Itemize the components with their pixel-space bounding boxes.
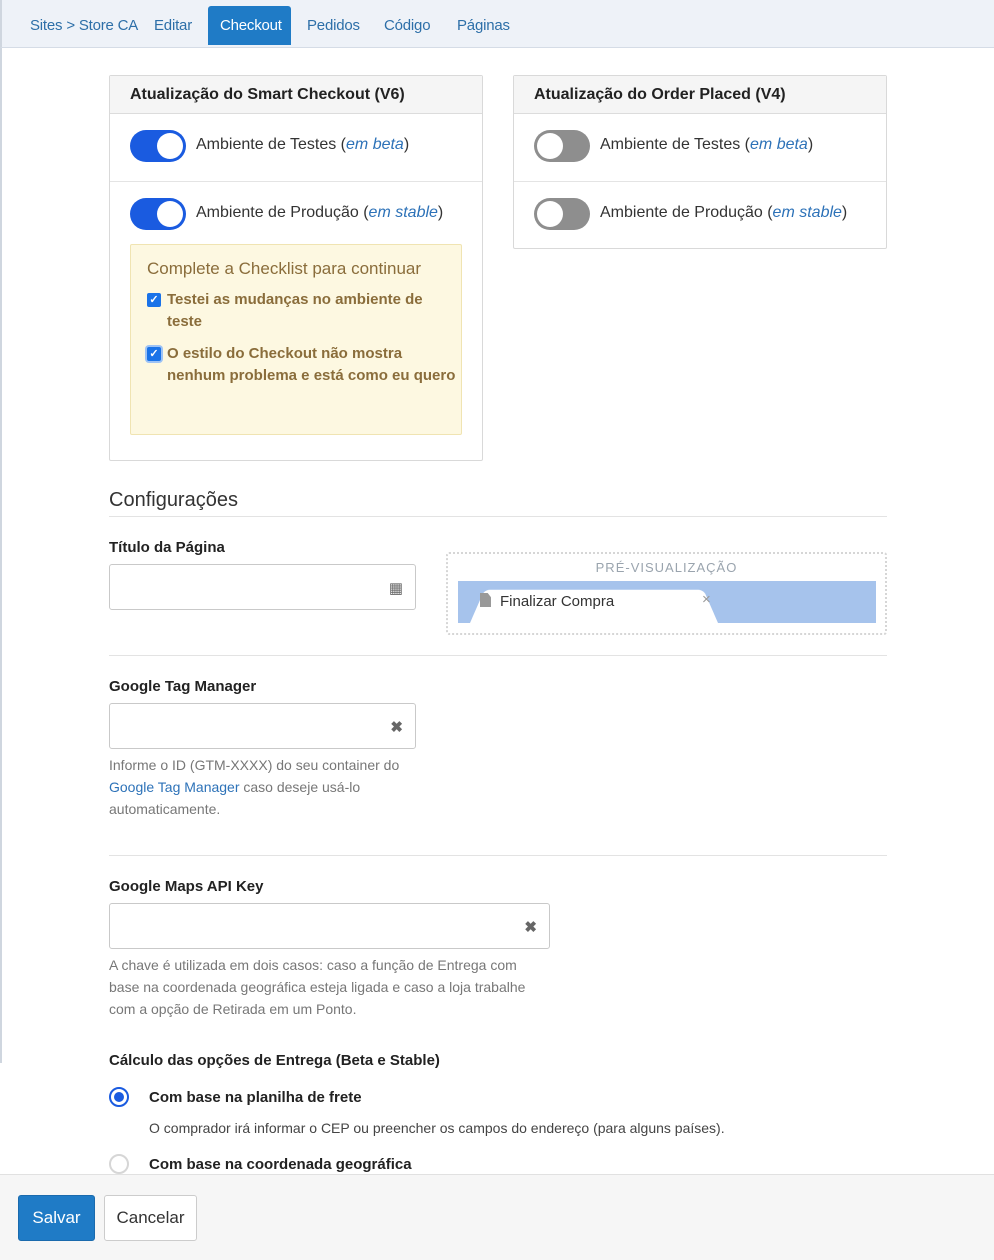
radio-geo-coordinate[interactable] [109, 1154, 129, 1174]
radio-freight-sheet-label[interactable]: Com base na planilha de frete [149, 1089, 362, 1106]
close-icon: × [702, 591, 711, 608]
tab-editar[interactable]: Editar [142, 6, 204, 45]
checklist-item-style[interactable]: ✓ O estilo do Checkout não mostra nenhum… [147, 343, 457, 387]
preview-label: PRÉ-VISUALIZAÇÃO [595, 560, 738, 575]
divider [109, 655, 887, 656]
shipping-calc-label: Cálculo das opções de Entrega (Beta e St… [109, 1052, 440, 1069]
stable-link: em stable [368, 204, 438, 221]
top-nav: Sites > Store CA Editar Checkout Pedidos… [0, 0, 994, 48]
page-title-input[interactable]: ▦ [109, 564, 416, 610]
gtm-link[interactable]: Google Tag Manager [109, 779, 240, 795]
stable-link: em stable [772, 204, 842, 221]
toggle-knob [537, 201, 563, 227]
contact-card-icon: ▦ [388, 580, 403, 597]
checkbox-checked-icon[interactable]: ✓ [147, 293, 161, 307]
footer-bar: Salvar Cancelar [0, 1174, 994, 1260]
tab-pedidos[interactable]: Pedidos [295, 6, 372, 45]
checklist-box: Complete a Checklist para continuar ✓ Te… [130, 244, 462, 435]
breadcrumb[interactable]: Sites > Store CA [18, 6, 150, 45]
checklist-title: Complete a Checklist para continuar [147, 259, 422, 278]
gtm-input[interactable]: ✖ [109, 703, 416, 749]
cancel-button[interactable]: Cancelar [104, 1195, 197, 1241]
smart-checkout-test-toggle[interactable] [130, 130, 186, 162]
radio-geo-coordinate-label[interactable]: Com base na coordenada geográfica [149, 1156, 412, 1173]
toggle-knob [537, 133, 563, 159]
tab-paginas[interactable]: Páginas [445, 6, 522, 45]
checkbox-checked-icon[interactable]: ✓ [147, 347, 161, 361]
tab-checkout[interactable]: Checkout [208, 6, 291, 45]
clear-icon[interactable]: ✖ [390, 718, 403, 736]
divider [109, 516, 887, 517]
browser-tab-bar: Finalizar Compra × [458, 581, 876, 623]
radio-freight-sheet-help: O comprador irá informar o CEP ou preenc… [149, 1120, 725, 1136]
maps-key-help: A chave é utilizada em dois casos: caso … [109, 957, 526, 1017]
order-placed-test-toggle[interactable] [534, 130, 590, 162]
order-placed-test-row: Ambiente de Testes (em beta) [514, 114, 886, 182]
beta-link: em beta [750, 136, 808, 153]
clear-icon[interactable]: ✖ [524, 918, 537, 936]
radio-freight-sheet[interactable] [109, 1087, 129, 1107]
order-placed-panel: Atualização do Order Placed (V4) Ambient… [513, 75, 887, 249]
browser-tab-title: Finalizar Compra [480, 593, 614, 610]
panel-title: Atualização do Smart Checkout (V6) [110, 76, 482, 114]
smart-checkout-panel: Atualização do Smart Checkout (V6) Ambie… [109, 75, 483, 461]
panel-title: Atualização do Order Placed (V4) [514, 76, 886, 114]
maps-key-label: Google Maps API Key [109, 878, 264, 895]
page-title-label: Título da Página [109, 539, 225, 556]
maps-key-input[interactable]: ✖ [109, 903, 550, 949]
left-border [0, 48, 2, 1063]
save-button[interactable]: Salvar [18, 1195, 95, 1241]
smart-checkout-prod-toggle[interactable] [130, 198, 186, 230]
order-placed-prod-row: Ambiente de Produção (em stable) [514, 182, 886, 250]
toggle-label: Ambiente de Produção (em stable) [196, 204, 444, 221]
toggle-label: Ambiente de Produção (em stable) [600, 204, 848, 221]
beta-link: em beta [346, 136, 404, 153]
gtm-help: Informe o ID (GTM-XXXX) do seu container… [109, 757, 400, 817]
smart-checkout-prod-row: Ambiente de Produção (em stable) [110, 182, 482, 250]
toggle-label: Ambiente de Testes (em beta) [196, 136, 410, 153]
gtm-label: Google Tag Manager [109, 678, 257, 695]
toggle-knob [157, 201, 183, 227]
toggle-knob [157, 133, 183, 159]
toggle-label: Ambiente de Testes (em beta) [600, 136, 814, 153]
smart-checkout-test-row: Ambiente de Testes (em beta) [110, 114, 482, 182]
section-title: Configurações [109, 489, 238, 511]
document-icon [480, 593, 491, 607]
divider [109, 855, 887, 856]
checklist-item-tested[interactable]: ✓ Testei as mudanças no ambiente de test… [147, 289, 457, 333]
title-preview: PRÉ-VISUALIZAÇÃO Finalizar Compra × [446, 552, 887, 635]
tab-codigo[interactable]: Código [372, 6, 442, 45]
order-placed-prod-toggle[interactable] [534, 198, 590, 230]
